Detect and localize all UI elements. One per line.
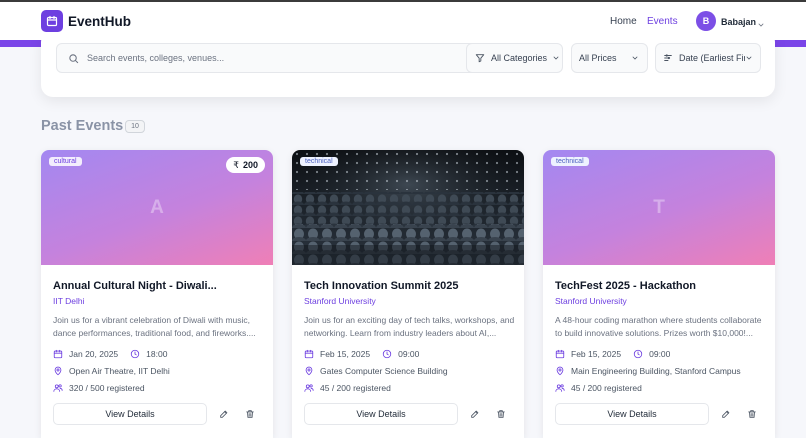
event-card[interactable]: technical Tech Innovation Summit 2025 St… xyxy=(292,150,524,438)
edit-icon[interactable] xyxy=(468,407,482,421)
event-time: 09:00 xyxy=(398,349,420,359)
users-icon xyxy=(555,384,565,392)
map-pin-icon xyxy=(556,366,564,376)
user-avatar[interactable]: B xyxy=(696,11,716,31)
event-datetime: Feb 15, 2025 09:00 xyxy=(555,349,670,359)
event-registrations-row: 45 / 200 registered xyxy=(555,383,642,393)
event-title[interactable]: Annual Cultural Night - Diwali... xyxy=(53,280,263,292)
event-description: Join us for an exciting day of tech talk… xyxy=(304,315,515,338)
event-venue: Open Air Theatre, IIT Delhi xyxy=(69,366,170,376)
event-registrations-row: 320 / 500 registered xyxy=(53,383,145,393)
section-title: Past Events xyxy=(41,118,124,134)
event-image-placeholder: T technical xyxy=(543,150,775,265)
placeholder-letter: T xyxy=(653,196,665,218)
event-registrations-row: 45 / 200 registered xyxy=(304,383,391,393)
event-photo: technical xyxy=(292,150,524,265)
category-badge: technical xyxy=(551,157,589,166)
event-date: Jan 20, 2025 xyxy=(69,349,119,359)
chevron-down-icon xyxy=(746,56,752,60)
event-venue-row: Main Engineering Building, Stanford Camp… xyxy=(555,366,741,376)
view-details-button[interactable]: View Details xyxy=(304,403,458,425)
calendar-icon xyxy=(304,349,314,359)
edit-icon[interactable] xyxy=(719,407,733,421)
event-venue-row: Gates Computer Science Building xyxy=(304,366,448,376)
category-filter-label: All Categories xyxy=(491,53,548,63)
event-venue: Main Engineering Building, Stanford Camp… xyxy=(571,366,741,376)
price-value: 200 xyxy=(242,160,258,170)
event-description: A 48-hour coding marathon where students… xyxy=(555,315,762,338)
chevron-down-icon xyxy=(553,56,559,60)
event-time: 09:00 xyxy=(649,349,671,359)
event-image-placeholder: A cultural ₹ 200 xyxy=(41,150,273,265)
price-filter-label: All Prices xyxy=(579,53,617,63)
event-time: 18:00 xyxy=(146,349,168,359)
filter-icon xyxy=(475,54,485,63)
event-date: Feb 15, 2025 xyxy=(571,349,622,359)
user-name[interactable]: Babajan xyxy=(721,17,756,27)
event-description: Join us for a vibrant celebration of Diw… xyxy=(53,315,256,338)
event-datetime: Feb 15, 2025 09:00 xyxy=(304,349,419,359)
trash-icon[interactable] xyxy=(494,407,508,421)
event-registered: 45 / 200 registered xyxy=(571,383,642,393)
category-badge: technical xyxy=(300,157,338,166)
event-organizer: Stanford University xyxy=(555,296,627,306)
top-navbar: EventHub Home Events B Babajan xyxy=(0,0,806,40)
clock-icon xyxy=(130,349,140,359)
event-registered: 45 / 200 registered xyxy=(320,383,391,393)
event-datetime: Jan 20, 2025 18:00 xyxy=(53,349,167,359)
chevron-down-icon xyxy=(632,56,638,60)
event-card[interactable]: A cultural ₹ 200 Annual Cultural Night -… xyxy=(41,150,273,438)
trash-icon[interactable] xyxy=(243,407,257,421)
map-pin-icon xyxy=(54,366,62,376)
calendar-icon xyxy=(555,349,565,359)
event-venue-row: Open Air Theatre, IIT Delhi xyxy=(53,366,170,376)
sort-dropdown[interactable]: Date (Earliest First) xyxy=(655,43,761,73)
brand-name[interactable]: EventHub xyxy=(68,14,131,29)
view-details-button[interactable]: View Details xyxy=(555,403,709,425)
event-title[interactable]: Tech Innovation Summit 2025 xyxy=(304,280,514,292)
event-registered: 320 / 500 registered xyxy=(69,383,145,393)
price-badge: ₹ 200 xyxy=(226,157,265,173)
edit-icon[interactable] xyxy=(217,407,231,421)
trash-icon[interactable] xyxy=(745,407,759,421)
clock-icon xyxy=(633,349,643,359)
users-icon xyxy=(304,384,314,392)
view-details-button[interactable]: View Details xyxy=(53,403,207,425)
clock-icon xyxy=(382,349,392,359)
event-organizer: Stanford University xyxy=(304,296,376,306)
price-filter-dropdown[interactable]: All Prices xyxy=(571,43,648,73)
event-count-badge: 10 xyxy=(125,120,145,133)
event-date: Feb 15, 2025 xyxy=(320,349,371,359)
map-pin-icon xyxy=(305,366,313,376)
event-organizer: IIT Delhi xyxy=(53,296,85,306)
category-badge: cultural xyxy=(49,157,82,166)
nav-events-link[interactable]: Events xyxy=(647,16,678,27)
calendar-icon xyxy=(53,349,63,359)
event-title[interactable]: TechFest 2025 - Hackathon xyxy=(555,280,765,292)
search-icon xyxy=(69,53,79,63)
category-filter-dropdown[interactable]: All Categories xyxy=(466,43,563,73)
rupee-icon: ₹ xyxy=(233,159,239,170)
users-icon xyxy=(53,384,63,392)
event-venue: Gates Computer Science Building xyxy=(320,366,448,376)
sort-icon xyxy=(664,54,672,61)
sort-label: Date (Earliest First) xyxy=(679,53,745,63)
search-box[interactable] xyxy=(56,43,498,73)
nav-home-link[interactable]: Home xyxy=(610,16,637,27)
filter-panel: All Categories All Prices Date (Earliest… xyxy=(41,30,775,97)
event-card[interactable]: T technical TechFest 2025 - Hackathon St… xyxy=(543,150,775,438)
search-input[interactable] xyxy=(87,53,487,63)
calendar-icon[interactable] xyxy=(41,10,63,32)
chevron-down-icon[interactable] xyxy=(757,16,765,34)
